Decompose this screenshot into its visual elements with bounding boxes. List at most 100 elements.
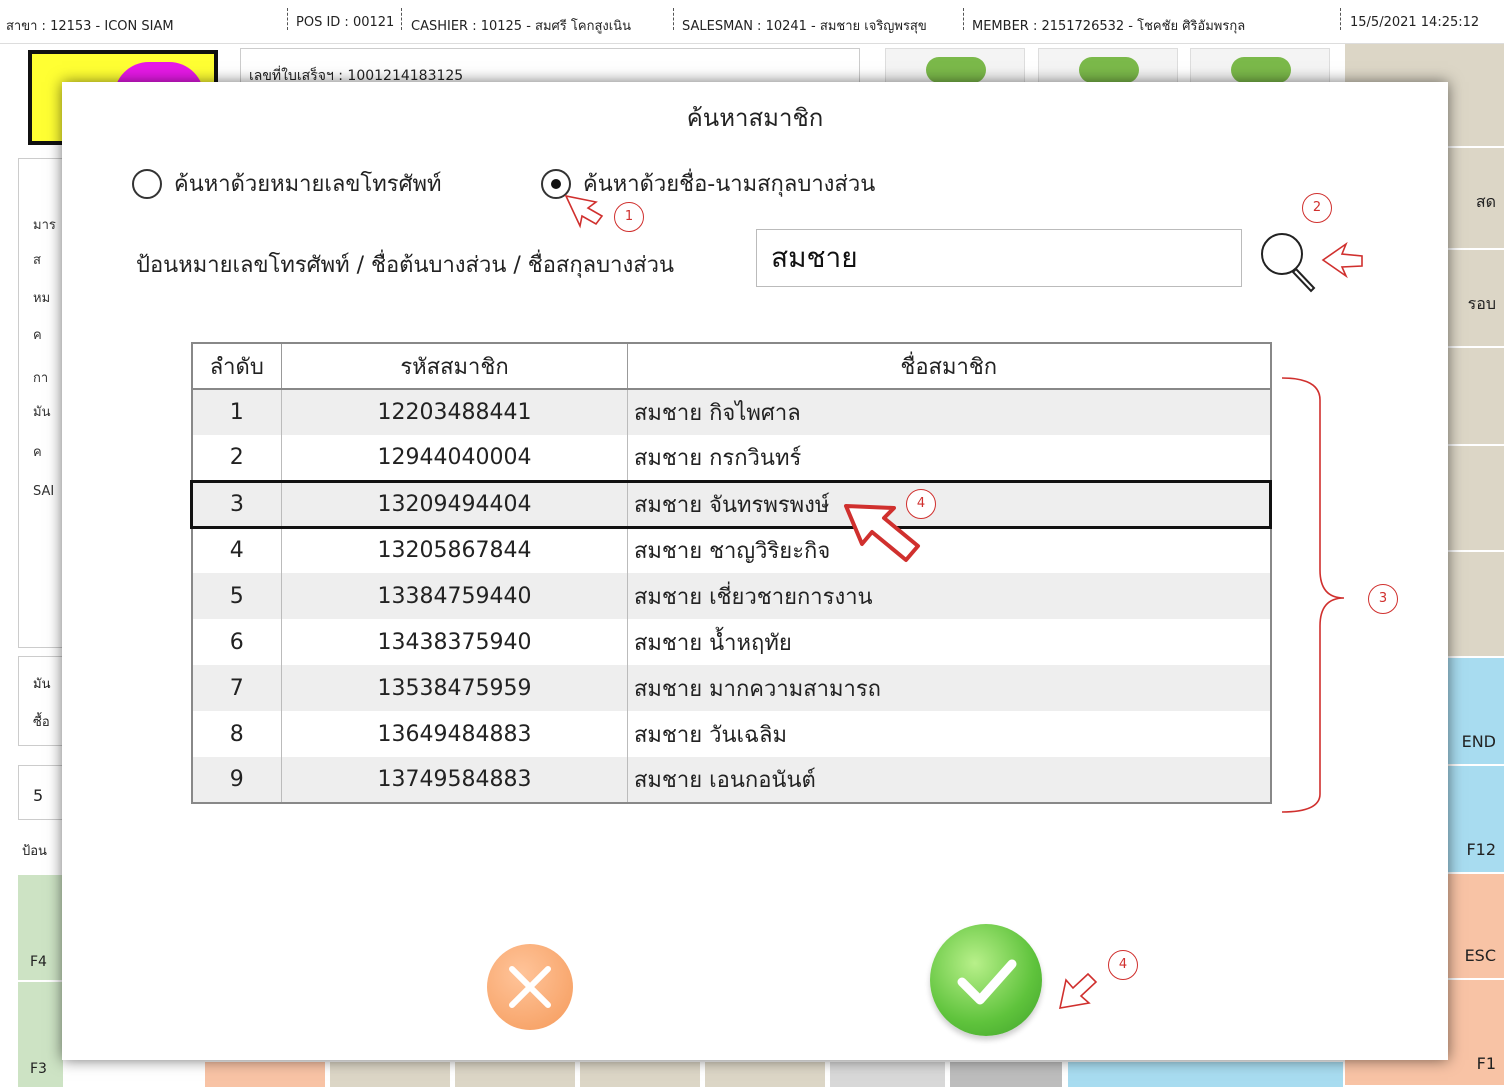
info-label: มาร: [33, 218, 56, 233]
table-row[interactable]: 6 13438375940 สมชาย น้ำหฤทัย: [191, 619, 1271, 665]
row-member-id: 13538475959: [281, 665, 628, 711]
pos-id-label: POS ID : 00121: [296, 15, 395, 30]
bottom-key[interactable]: [1068, 1062, 1343, 1087]
bottom-key[interactable]: [205, 1062, 325, 1087]
table-row-selected[interactable]: 3 13209494404 สมชาย จันทรพรพงษ์: [190, 479, 1272, 529]
info-label: ส: [33, 253, 41, 268]
row-member-name: สมชาย จันทรพรพงษ์: [627, 479, 1272, 529]
table-row[interactable]: 5 13384759440 สมชาย เชี่ยวชายการงาน: [191, 573, 1271, 619]
table-row[interactable]: 8 13649484883 สมชาย วันเฉลิม: [191, 711, 1271, 757]
step-badge-2: 2: [1302, 193, 1332, 223]
radio-phone-label: ค้นหาด้วยหมายเลขโทรศัพท์: [174, 172, 442, 197]
row-member-name: สมชาย กรกวินทร์: [627, 435, 1271, 481]
cancel-button[interactable]: [487, 944, 573, 1030]
member-search-dialog: ค้นหาสมาชิก ค้นหาด้วยหมายเลขโทรศัพท์ ค้น…: [62, 82, 1448, 1060]
row-no: 4: [191, 527, 282, 573]
row-member-name: สมชาย เอนกอนันต์: [627, 757, 1271, 803]
entry-label: ป้อน: [22, 844, 47, 859]
table-row[interactable]: 7 13538475959 สมชาย มากความสามารถ: [191, 665, 1271, 711]
search-input-label: ป้อนหมายเลขโทรศัพท์ / ชื่อต้นบางส่วน / ช…: [136, 253, 675, 278]
member-label: MEMBER : 2151726532 - โชคชัย ศิริอัมพรกุ…: [972, 19, 1246, 34]
top-status-bar: สาขา : 12153 - ICON SIAM POS ID : 00121 …: [0, 0, 1504, 44]
row-no: 6: [191, 619, 282, 665]
table-row[interactable]: 1 12203488441 สมชาย กิจไพศาล: [191, 389, 1271, 435]
column-header-member-id: รหัสสมาชิก: [281, 343, 628, 390]
row-member-name: สมชาย น้ำหฤทัย: [627, 619, 1271, 665]
dialog-title: ค้นหาสมาชิก: [686, 104, 824, 132]
bracket-icon: [1281, 377, 1345, 813]
branch-label: สาขา : 12153 - ICON SIAM: [6, 19, 174, 34]
info-label: กา: [33, 371, 49, 386]
side-key-label: รอบ: [1467, 294, 1496, 313]
salesman-label: SALESMAN : 10241 - สมชาย เจริญพรสุข: [682, 19, 927, 34]
info-label: ค: [33, 445, 42, 460]
info-label: SAI: [33, 484, 55, 499]
bottom-key[interactable]: [830, 1062, 945, 1087]
bottom-key[interactable]: [580, 1062, 700, 1087]
f3-key[interactable]: F3: [18, 982, 63, 1087]
row-no: 2: [191, 435, 282, 481]
table-row[interactable]: 4 13205867844 สมชาย ชาญวิริยะกิจ: [191, 527, 1271, 573]
f4-key[interactable]: F4: [18, 875, 63, 980]
bottom-key[interactable]: [330, 1062, 450, 1087]
arrow-pointer-icon: [844, 504, 920, 562]
row-member-name: สมชาย มากความสามารถ: [627, 665, 1271, 711]
separator: [963, 8, 964, 30]
row-member-id: 12203488441: [281, 389, 628, 435]
row-no: 7: [191, 665, 282, 711]
row-member-id: 13649484883: [281, 711, 628, 757]
quantity-value: 5: [33, 786, 44, 805]
x-icon: [509, 966, 551, 1008]
radio-search-by-phone[interactable]: ค้นหาด้วยหมายเลขโทรศัพท์: [132, 166, 442, 201]
bottom-key[interactable]: [705, 1062, 825, 1087]
points-box: มัน ซื้อ: [18, 656, 63, 746]
info-label: ค: [33, 328, 42, 343]
row-member-name: สมชาย กิจไพศาล: [627, 389, 1271, 435]
column-header-member-name: ชื่อสมาชิก: [627, 343, 1271, 390]
table-row[interactable]: 9 13749584883 สมชาย เอนกอนันต์: [191, 757, 1271, 803]
ok-button[interactable]: [930, 924, 1042, 1036]
quantity-box[interactable]: 5: [18, 765, 63, 820]
table-header-row: ลำดับ รหัสสมาชิก ชื่อสมาชิก: [191, 343, 1271, 390]
row-member-name: สมชาย ชาญวิริยะกิจ: [627, 527, 1271, 573]
points-label: ซื้อ: [33, 715, 50, 730]
side-key-label: สด: [1475, 192, 1496, 211]
customer-info-panel: มาร ส หม ค กา มัน ค SAI: [18, 158, 63, 648]
esc-key-label: ESC: [1464, 946, 1496, 965]
step-badge-4-ok: 4: [1108, 950, 1138, 980]
row-member-id: 13749584883: [281, 757, 628, 803]
datetime-label: 15/5/2021 14:25:12: [1350, 15, 1480, 30]
row-no: 5: [191, 573, 282, 619]
row-member-id: 13384759440: [281, 573, 628, 619]
row-member-id: 12944040004: [281, 435, 628, 481]
row-member-name: สมชาย วันเฉลิม: [627, 711, 1271, 757]
check-icon: [957, 959, 1017, 1005]
row-member-id: 13209494404: [281, 479, 628, 529]
bottom-key[interactable]: [950, 1062, 1062, 1087]
bottom-key[interactable]: [455, 1062, 575, 1087]
row-no: 9: [191, 757, 282, 803]
table-row[interactable]: 2 12944040004 สมชาย กรกวินทร์: [191, 435, 1271, 481]
points-label: มัน: [33, 677, 51, 692]
search-input[interactable]: [756, 229, 1242, 287]
f3-key-label: F3: [30, 1061, 47, 1077]
row-no: 3: [190, 479, 282, 529]
arrow-pointer-icon: [564, 194, 604, 229]
radio-name-label: ค้นหาด้วยชื่อ-นามสกุลบางส่วน: [583, 172, 876, 197]
column-header-no: ลำดับ: [191, 343, 282, 390]
magnifier-icon[interactable]: [1258, 228, 1318, 294]
f12-key-label: F12: [1466, 840, 1496, 859]
row-member-name: สมชาย เชี่ยวชายการงาน: [627, 573, 1271, 619]
arrow-pointer-icon: [1321, 241, 1363, 279]
arrow-pointer-icon: [1058, 972, 1098, 1009]
end-key-label: END: [1461, 732, 1496, 751]
cashier-label: CASHIER : 10125 - สมศรี โคกสูงเนิน: [411, 19, 631, 34]
info-label: หม: [33, 291, 51, 306]
separator: [673, 8, 674, 30]
info-label: มัน: [33, 405, 51, 420]
separator: [287, 8, 288, 30]
step-badge-3: 3: [1368, 584, 1398, 614]
f4-key-label: F4: [30, 954, 47, 970]
step-badge-1: 1: [614, 202, 644, 232]
radio-circle[interactable]: [132, 168, 162, 199]
